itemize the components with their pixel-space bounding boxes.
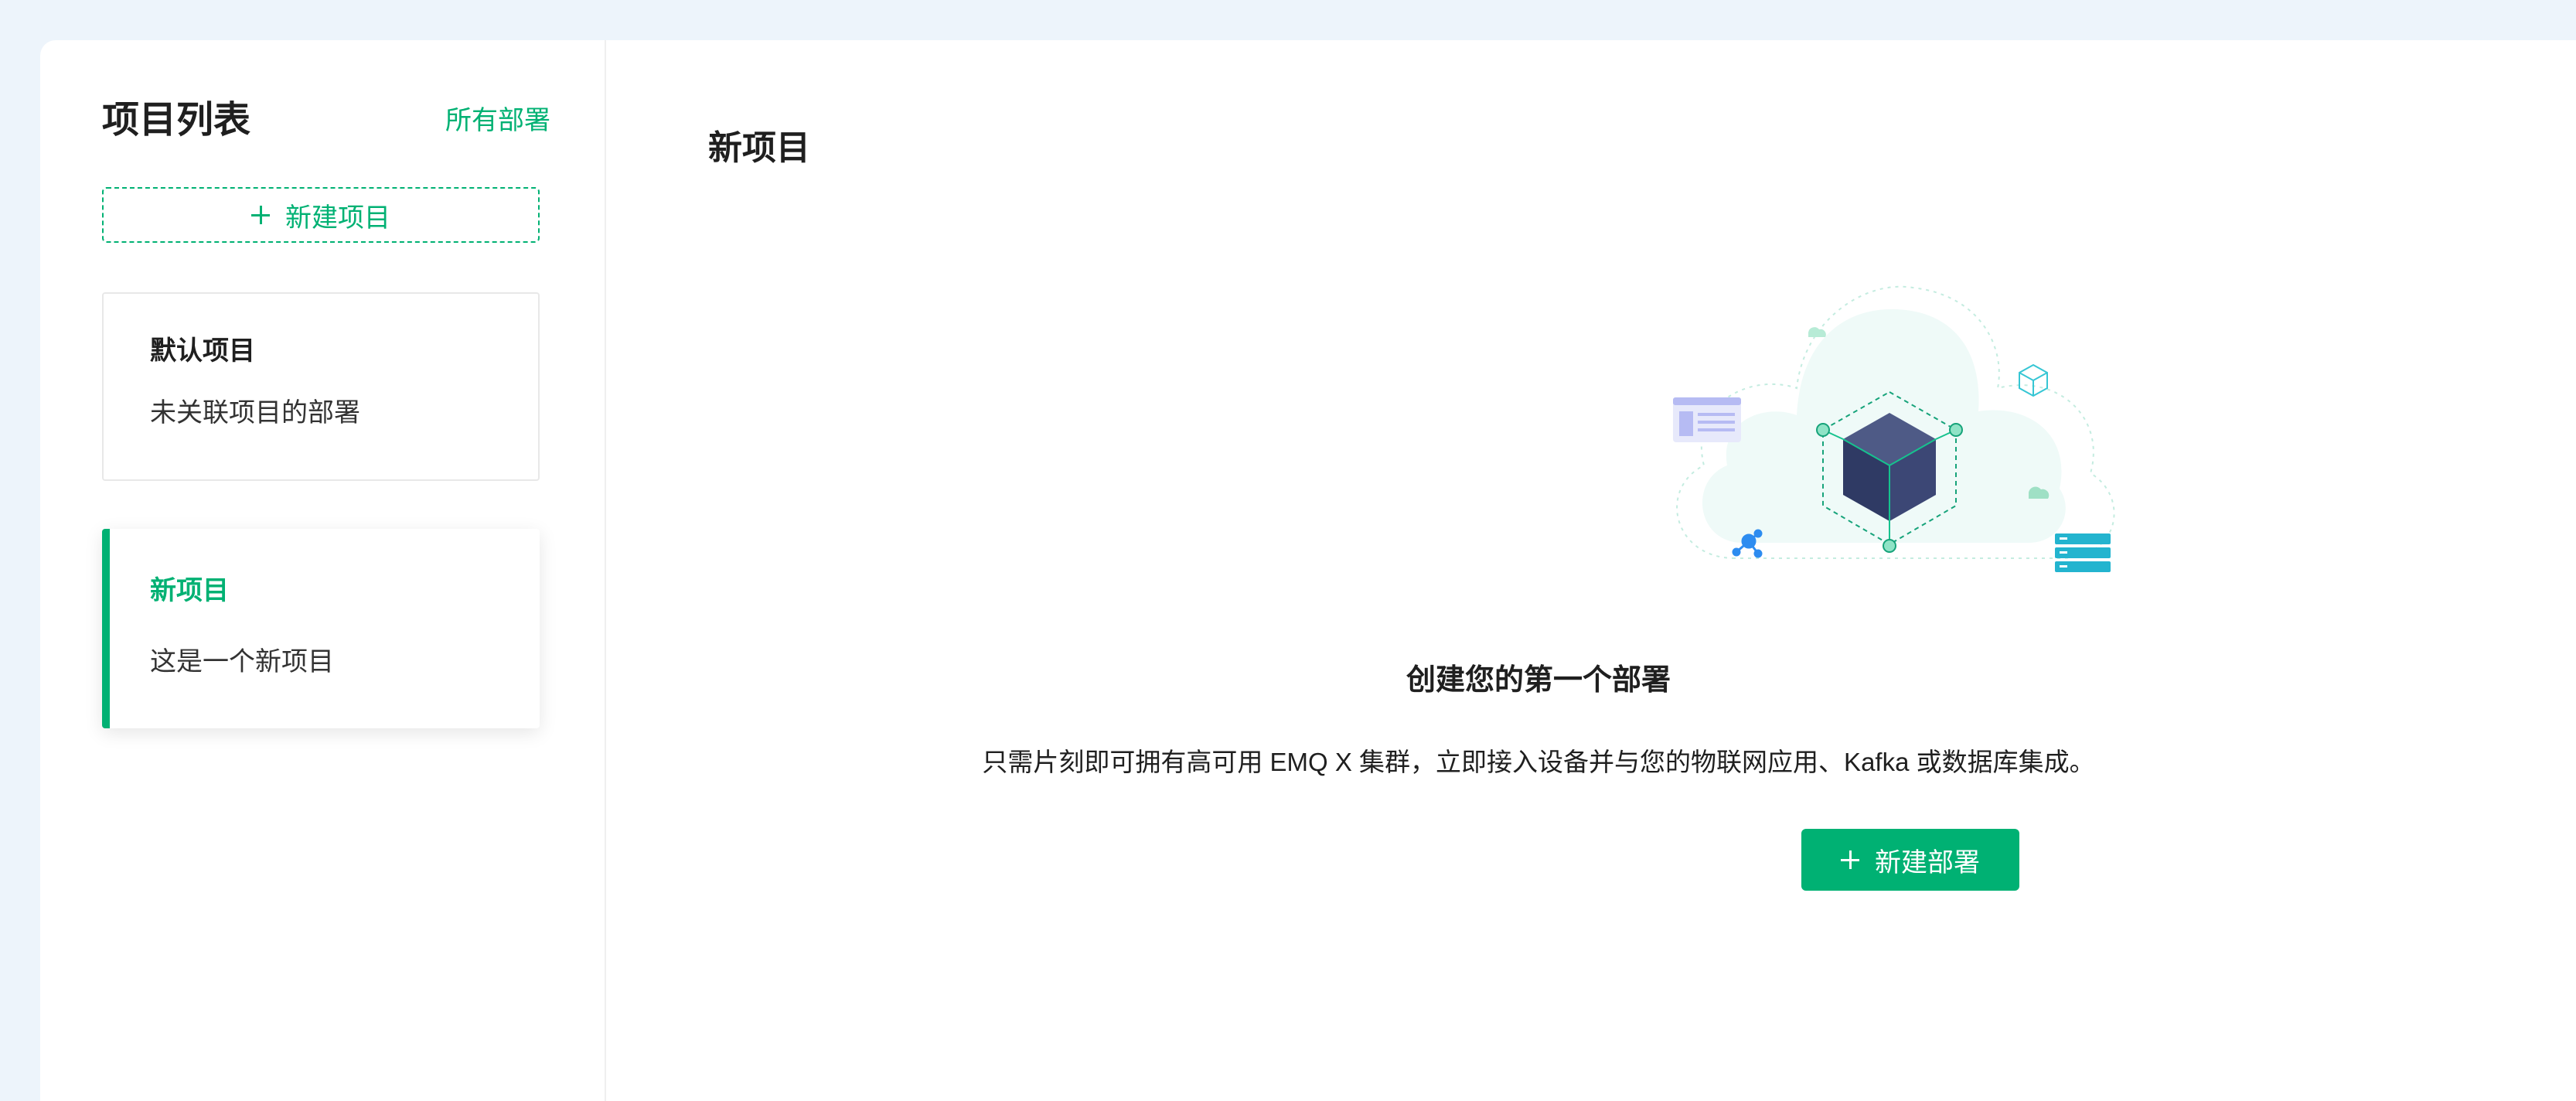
- small-cloud-icon: [1808, 327, 1826, 337]
- new-deployment-button[interactable]: 新建部署: [1801, 829, 2019, 891]
- browser-window-icon: [1673, 397, 1741, 442]
- server-icon: [2055, 533, 2111, 572]
- sidebar-title: 项目列表: [102, 100, 251, 141]
- plus-icon: [1841, 850, 1859, 869]
- new-deployment-button-label: 新建部署: [1875, 847, 1980, 878]
- node-dot: [1949, 423, 1963, 437]
- new-project-button-label: 新建项目: [285, 203, 390, 233]
- content-card: 项目列表 所有部署 新建项目 默认项目 未关联项目的部署 新项目 这是一个新项目…: [40, 40, 2576, 1101]
- node-dot: [1816, 423, 1830, 437]
- project-sidebar: 项目列表 所有部署 新建项目 默认项目 未关联项目的部署 新项目 这是一个新项目: [40, 40, 606, 1101]
- empty-state-title: 创建您的第一个部署: [1406, 664, 1671, 697]
- project-card-default[interactable]: 默认项目 未关联项目的部署: [102, 292, 540, 481]
- cube-outline-icon: [2019, 363, 2048, 397]
- new-project-button[interactable]: 新建项目: [102, 187, 540, 243]
- empty-state-description: 只需片刻即可拥有高可用 EMQ X 集群，立即接入设备并与您的物联网应用、Kaf…: [982, 748, 2095, 776]
- project-description: 未关联项目的部署: [150, 398, 360, 428]
- cloud-cube-illustration: [1673, 285, 2115, 572]
- all-deployments-link[interactable]: 所有部署: [445, 102, 550, 139]
- project-name: 默认项目: [150, 336, 255, 366]
- page-title: 新项目: [708, 129, 810, 167]
- project-description: 这是一个新项目: [150, 647, 334, 677]
- plus-icon: [251, 206, 270, 224]
- project-name: 新项目: [150, 576, 229, 605]
- node-dot: [1883, 539, 1896, 553]
- project-card-new-selected[interactable]: 新项目 这是一个新项目: [102, 529, 540, 728]
- main-panel: 新项目 创建您的第一个部署 只需片刻即可拥有高可用 EMQ X 集群，立即接入设…: [606, 40, 2576, 1101]
